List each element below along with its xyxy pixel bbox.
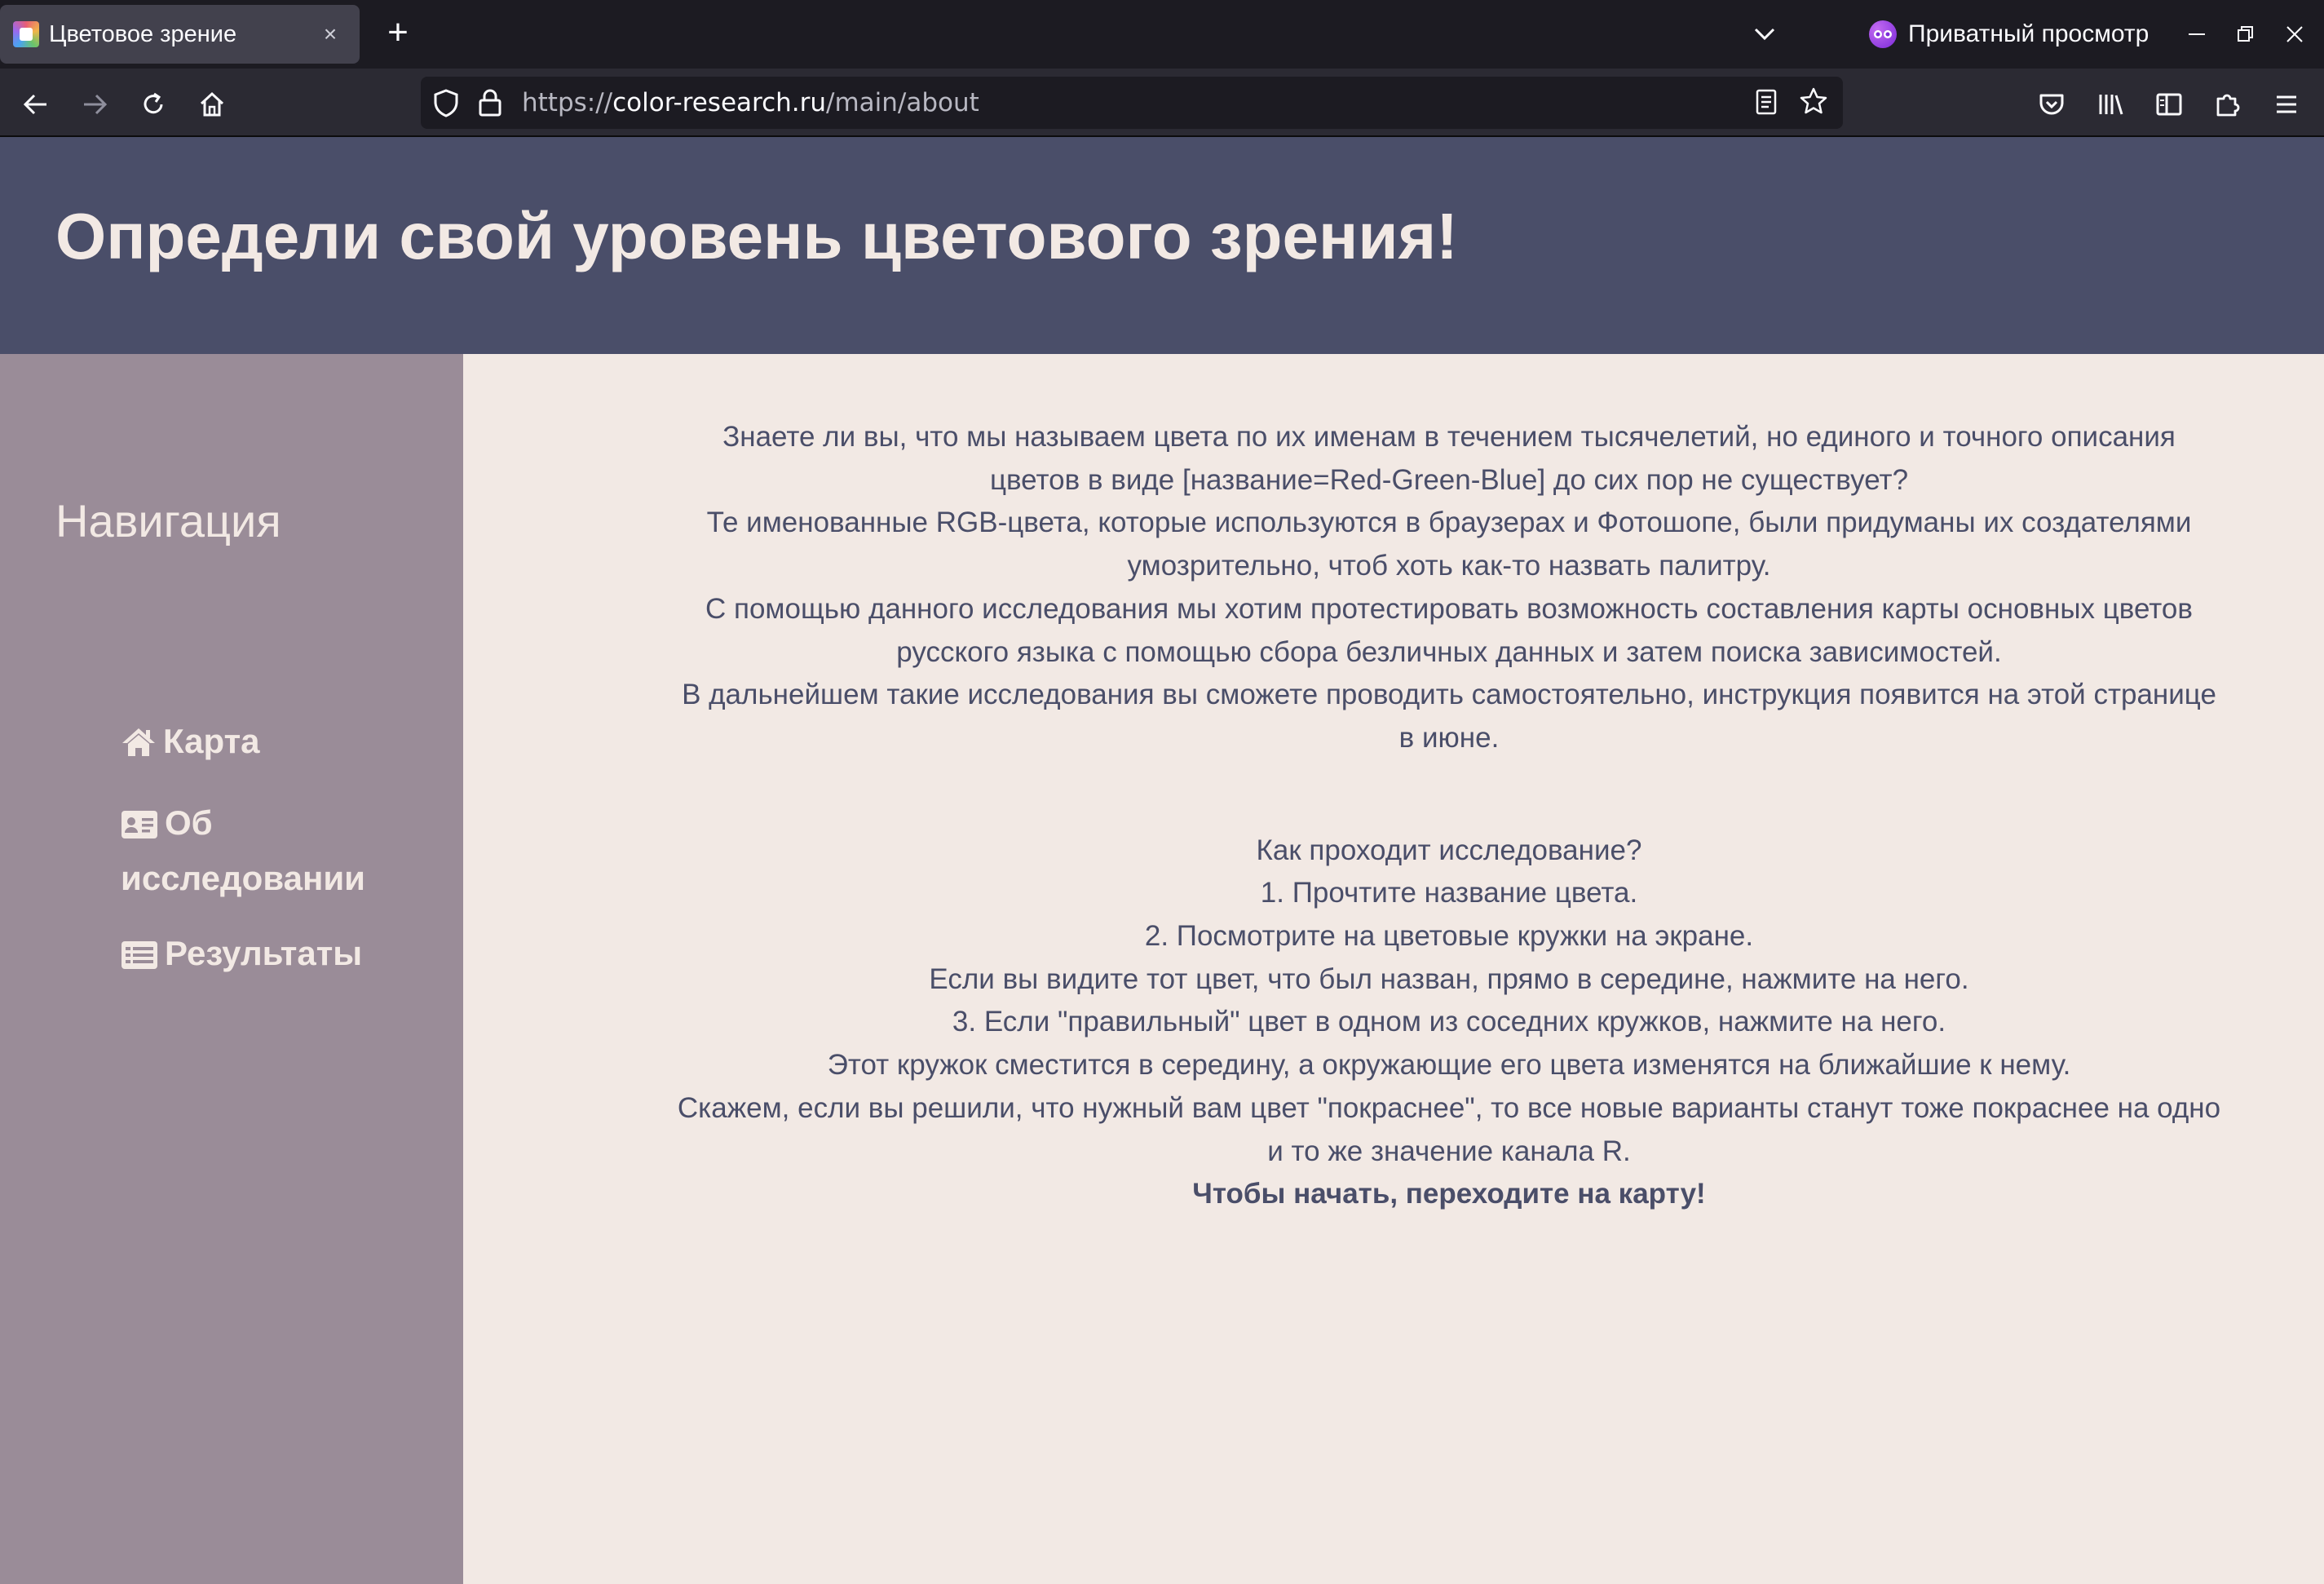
sidebar-item-about[interactable]: Об исследовании (121, 798, 414, 904)
extensions-puzzle-icon[interactable] (2207, 83, 2249, 126)
list-icon (121, 933, 158, 984)
address-bar[interactable]: https://color-research.ru/main/about (421, 77, 1843, 129)
site-header: Определи свой уровень цветового зрения! (0, 137, 2324, 354)
back-arrow-icon[interactable] (15, 83, 57, 126)
restore-window-icon[interactable] (2226, 16, 2265, 52)
forward-arrow-icon[interactable] (73, 83, 116, 126)
tab-title: Цветовое зрение (49, 20, 237, 47)
howto-step: 2. Посмотрите на цветовые кружки на экра… (1144, 920, 1754, 953)
tracking-protection-shield-icon[interactable] (432, 88, 460, 122)
call-to-action: Чтобы начать, переходите на карту! (1192, 1178, 1706, 1210)
browser-nav-bar: https://color-research.ru/main/about (0, 69, 2324, 137)
intro-paragraph: В дальнейшем такие исследования вы сможе… (682, 679, 2216, 754)
howto-step: 3. Если "правильный" цвет в одном из сос… (952, 1006, 1946, 1038)
home-button-icon[interactable] (191, 83, 233, 126)
sidebar-item-results[interactable]: Результаты (121, 928, 414, 984)
home-icon (121, 721, 157, 772)
site-favicon-icon (13, 21, 39, 47)
url-path: /main/about (826, 88, 979, 117)
url-text[interactable]: https://color-research.ru/main/about (522, 88, 979, 117)
howto-step: Если вы видите тот цвет, что был назван,… (929, 962, 1969, 995)
about-text: Знаете ли вы, что мы называем цвета по и… (677, 416, 2221, 1216)
intro-paragraph: С помощью данного исследования мы хотим … (705, 592, 2193, 668)
howto-heading: Как проходит исследование? (1256, 834, 1642, 866)
web-page: Определи свой уровень цветового зрения! … (0, 137, 2324, 1584)
close-window-icon[interactable] (2275, 16, 2314, 52)
browser-tab-bar: Цветовое зрение × + Приватный просмотр (0, 0, 2324, 69)
howto-step: 1. Прочтите название цвета. (1260, 877, 1638, 909)
private-browsing-label: Приватный просмотр (1908, 20, 2149, 47)
intro-paragraph: Знаете ли вы, что мы называем цвета по и… (722, 421, 2176, 496)
tab-list-chevron-icon[interactable] (1745, 16, 1784, 52)
howto-step: Скажем, если вы решили, что нужный вам ц… (677, 1091, 2221, 1167)
reader-view-icon[interactable] (1755, 88, 1778, 120)
tab-close-icon[interactable]: × (314, 21, 347, 47)
page-title: Определи свой уровень цветового зрения! (55, 200, 1458, 272)
minimize-window-icon[interactable] (2177, 16, 2216, 52)
reload-icon[interactable] (132, 83, 175, 126)
id-card-icon (121, 803, 158, 853)
private-browsing-indicator: Приватный просмотр (1869, 15, 2149, 54)
library-icon[interactable] (2089, 83, 2132, 126)
lock-icon[interactable] (478, 88, 502, 122)
howto-step: Этот кружок сместится в середину, а окру… (827, 1049, 2071, 1082)
sidebar-toggle-icon[interactable] (2148, 83, 2190, 126)
url-host: color-research.ru (612, 88, 827, 117)
intro-paragraph: Те именованные RGB-цвета, которые исполь… (706, 507, 2192, 582)
sidebar-item-label: Результаты (165, 934, 363, 972)
sidebar-item-label: Карта (163, 722, 260, 760)
sidebar-item-map[interactable]: Карта (121, 716, 414, 772)
url-scheme: https:// (522, 88, 613, 117)
sidebar-heading: Навигация (55, 495, 281, 546)
bookmark-star-icon[interactable] (1799, 86, 1828, 120)
pocket-icon[interactable] (2030, 83, 2073, 126)
new-tab-button[interactable]: + (377, 13, 419, 55)
private-mask-icon (1869, 20, 1897, 48)
main-content: Знаете ли вы, что мы называем цвета по и… (463, 354, 2324, 1584)
menu-hamburger-icon[interactable] (2265, 83, 2308, 126)
sidebar-navigation: Навигация Карта Об исследовании Результа… (0, 354, 463, 1584)
browser-tab-active[interactable]: Цветовое зрение × (0, 5, 360, 64)
